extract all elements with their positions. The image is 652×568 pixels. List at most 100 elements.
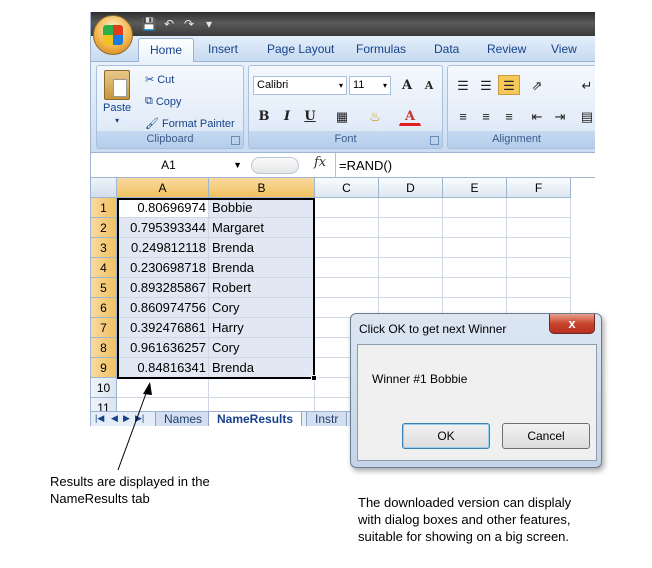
cell-a8[interactable]: 0.961636257: [117, 338, 209, 358]
align-middle-icon[interactable]: ☰: [475, 75, 497, 95]
sheet-tab-names[interactable]: Names: [155, 412, 212, 426]
cell-a4[interactable]: 0.230698718: [117, 258, 209, 278]
office-button[interactable]: [93, 15, 133, 55]
bold-button[interactable]: B: [253, 106, 275, 126]
last-sheet-icon[interactable]: ▶|: [135, 413, 144, 424]
cancel-button[interactable]: Cancel: [502, 423, 590, 449]
close-icon[interactable]: x: [549, 314, 595, 334]
sheet-tab-nameresults[interactable]: NameResults: [208, 412, 303, 426]
align-left-icon[interactable]: ≡: [452, 106, 474, 126]
paste-button[interactable]: Paste ▾: [103, 70, 131, 125]
column-header-a[interactable]: A: [117, 178, 209, 198]
tab-data[interactable]: Data: [434, 42, 459, 56]
row-header-5[interactable]: 5: [91, 278, 117, 298]
cell-b7[interactable]: Harry: [209, 318, 315, 338]
font-color-button[interactable]: A: [399, 106, 421, 126]
insert-function-button[interactable]: fx: [314, 155, 326, 170]
align-top-icon[interactable]: ☰: [452, 75, 474, 95]
cut-button[interactable]: ✂ Cut: [145, 73, 174, 87]
tab-home[interactable]: Home: [138, 38, 195, 63]
cell-e4[interactable]: [443, 258, 507, 278]
tab-formulas[interactable]: Formulas: [356, 42, 406, 56]
cell-c4[interactable]: [315, 258, 379, 278]
wrap-text-icon[interactable]: ↵: [576, 75, 595, 95]
fill-handle[interactable]: [311, 375, 317, 381]
merge-center-icon[interactable]: ▤: [576, 106, 595, 126]
cell-e3[interactable]: [443, 238, 507, 258]
cell-a9[interactable]: 0.84816341: [117, 358, 209, 378]
cell-a6[interactable]: 0.860974756: [117, 298, 209, 318]
ok-button[interactable]: OK: [402, 423, 490, 449]
fill-color-icon[interactable]: ♨: [364, 106, 386, 126]
column-header-f[interactable]: F: [507, 178, 571, 198]
cell-d4[interactable]: [379, 258, 443, 278]
align-center-icon[interactable]: ≡: [475, 106, 497, 126]
customize-dropdown-icon[interactable]: ▾: [201, 16, 217, 32]
align-bottom-icon[interactable]: ☰: [498, 75, 520, 95]
cell-d2[interactable]: [379, 218, 443, 238]
cell-c5[interactable]: [315, 278, 379, 298]
copy-button[interactable]: ⧉ Copy: [145, 95, 182, 108]
cell-e2[interactable]: [443, 218, 507, 238]
cell-b3[interactable]: Brenda: [209, 238, 315, 258]
row-header-3[interactable]: 3: [91, 238, 117, 258]
borders-icon[interactable]: ▦: [331, 106, 353, 126]
cell-a5[interactable]: 0.893285867: [117, 278, 209, 298]
formula-input[interactable]: =RAND(): [339, 158, 392, 173]
cell-b4[interactable]: Brenda: [209, 258, 315, 278]
row-header-2[interactable]: 2: [91, 218, 117, 238]
cell-b5[interactable]: Robert: [209, 278, 315, 298]
font-name-box[interactable]: Calibri ▾: [253, 76, 347, 95]
row-header-8[interactable]: 8: [91, 338, 117, 358]
cell-c2[interactable]: [315, 218, 379, 238]
column-header-e[interactable]: E: [443, 178, 507, 198]
cell-b10[interactable]: [209, 378, 315, 398]
cell-d3[interactable]: [379, 238, 443, 258]
row-header-1[interactable]: 1: [91, 198, 117, 218]
underline-button[interactable]: U: [299, 106, 321, 126]
align-right-icon[interactable]: ≡: [498, 106, 520, 126]
tab-view[interactable]: View: [551, 42, 577, 56]
italic-button[interactable]: I: [276, 106, 298, 126]
clipboard-launcher-icon[interactable]: [231, 136, 240, 145]
cell-a7[interactable]: 0.392476861: [117, 318, 209, 338]
row-header-7[interactable]: 7: [91, 318, 117, 338]
font-launcher-icon[interactable]: [430, 136, 439, 145]
column-header-c[interactable]: C: [315, 178, 379, 198]
first-sheet-icon[interactable]: |◀: [95, 413, 104, 424]
font-size-box[interactable]: 11 ▾: [349, 76, 391, 95]
cell-b2[interactable]: Margaret: [209, 218, 315, 238]
cell-b6[interactable]: Cory: [209, 298, 315, 318]
cell-f3[interactable]: [507, 238, 571, 258]
cell-c3[interactable]: [315, 238, 379, 258]
undo-icon[interactable]: ↶: [161, 16, 177, 32]
row-header-6[interactable]: 6: [91, 298, 117, 318]
redo-icon[interactable]: ↷: [181, 16, 197, 32]
formula-bar-toggle[interactable]: [251, 157, 299, 174]
format-painter-button[interactable]: 🖌 Format Painter: [145, 117, 235, 131]
tab-page-layout[interactable]: Page Layout: [267, 42, 334, 56]
column-header-d[interactable]: D: [379, 178, 443, 198]
tab-review[interactable]: Review: [487, 42, 526, 56]
column-header-b[interactable]: B: [209, 178, 315, 198]
cell-f1[interactable]: [507, 198, 571, 218]
cell-b8[interactable]: Cory: [209, 338, 315, 358]
grow-font-button[interactable]: A: [396, 75, 418, 95]
row-header-9[interactable]: 9: [91, 358, 117, 378]
cell-a2[interactable]: 0.795393344: [117, 218, 209, 238]
cell-a1[interactable]: 0.80696974: [117, 198, 209, 218]
sheet-tab-instr[interactable]: Instr: [306, 412, 348, 426]
shrink-font-button[interactable]: A: [418, 75, 440, 95]
cell-f2[interactable]: [507, 218, 571, 238]
cell-a3[interactable]: 0.249812118: [117, 238, 209, 258]
prev-sheet-icon[interactable]: ◀: [111, 413, 118, 424]
decrease-indent-icon[interactable]: ⇤: [526, 106, 548, 126]
increase-indent-icon[interactable]: ⇥: [549, 106, 571, 126]
row-header-10[interactable]: 10: [91, 378, 117, 398]
cell-e1[interactable]: [443, 198, 507, 218]
orientation-icon[interactable]: ⇗: [526, 75, 548, 95]
cell-f5[interactable]: [507, 278, 571, 298]
row-header-4[interactable]: 4: [91, 258, 117, 278]
save-icon[interactable]: 💾: [141, 16, 157, 32]
cell-a10[interactable]: [117, 378, 209, 398]
